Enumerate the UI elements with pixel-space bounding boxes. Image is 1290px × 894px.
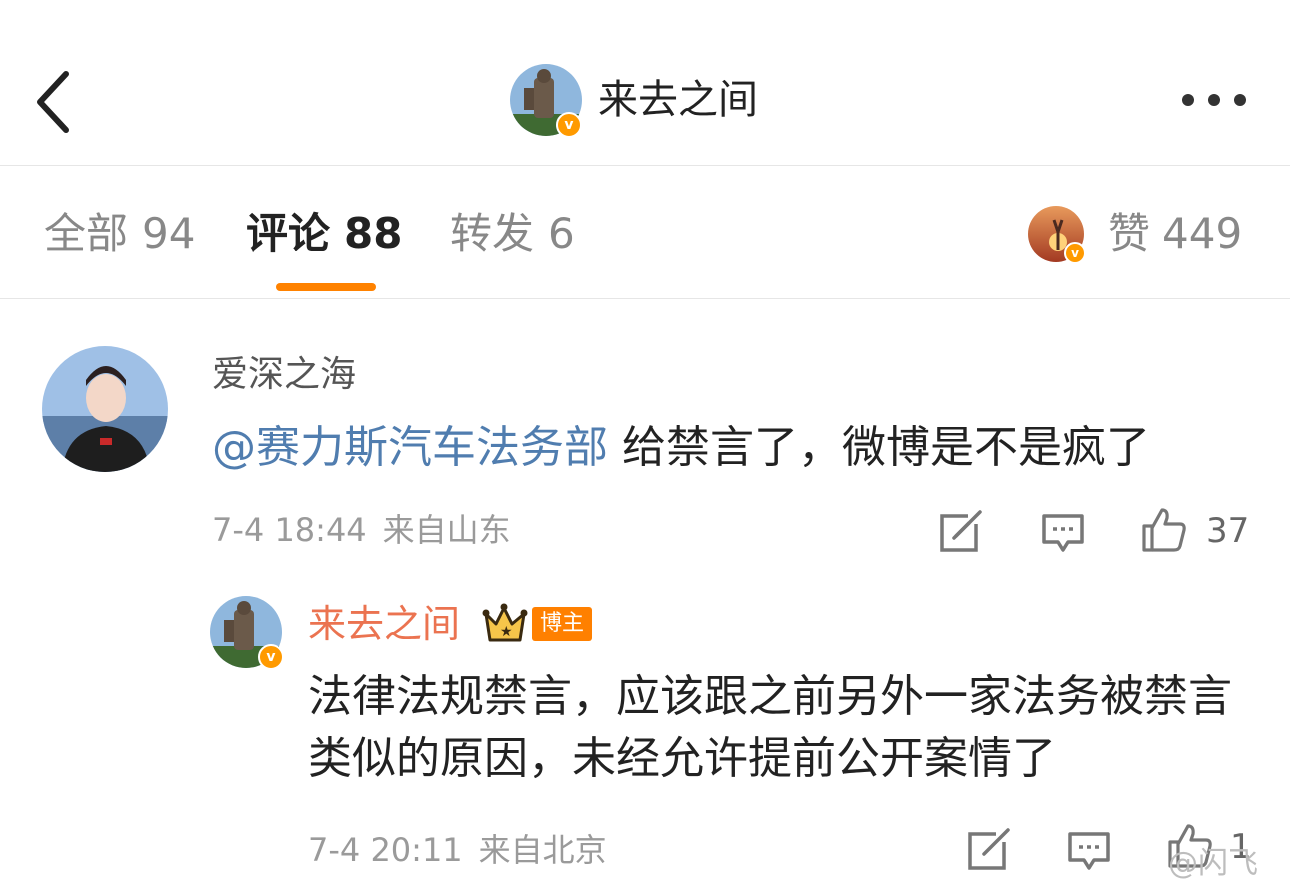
tab-likes[interactable]: 赞 449 — [1108, 204, 1242, 264]
comment-text: @赛力斯汽车法务部 给禁言了，微博是不是疯了 — [212, 416, 1150, 480]
tab-comments[interactable]: 评论 88 — [246, 204, 402, 264]
tab-reposts-label: 转发 — [450, 209, 535, 258]
reply-meta: 7-4 20:11 来自北京 — [308, 828, 607, 872]
comment-like-count: 37 — [1206, 511, 1250, 551]
share-icon[interactable] — [938, 508, 984, 554]
comment-time: 7-4 18:44 — [212, 511, 367, 549]
reply-username[interactable]: 来去之间 — [308, 598, 460, 650]
verified-badge-icon: v — [556, 112, 582, 138]
tab-all-label: 全部 — [44, 209, 129, 258]
commenter-avatar[interactable] — [42, 346, 168, 472]
reply-verified-badge-icon: v — [258, 644, 284, 670]
crown-icon: ★ — [482, 603, 528, 642]
commenter-username[interactable]: 爱深之海 — [212, 350, 356, 400]
tab-comments-count: 88 — [344, 209, 403, 258]
tab-comments-label: 评论 — [246, 209, 331, 258]
svg-text:★: ★ — [500, 624, 513, 640]
watermark: @闪飞 — [1168, 846, 1258, 881]
tab-reposts-count: 6 — [548, 209, 575, 258]
comment-icon[interactable] — [1040, 510, 1086, 556]
tab-all[interactable]: 全部 94 — [44, 204, 195, 264]
tab-all-count: 94 — [142, 209, 196, 258]
chevron-left-icon[interactable] — [30, 68, 78, 136]
liker-verified-badge-icon: v — [1064, 242, 1086, 264]
tab-likes-count: 449 — [1162, 209, 1243, 258]
active-tab-indicator — [276, 283, 376, 291]
tab-likes-label: 赞 — [1108, 209, 1151, 258]
author-badge: 博主 — [532, 607, 593, 641]
reply-comment-icon[interactable] — [1066, 828, 1112, 874]
comment-body: 给禁言了，微博是不是疯了 — [608, 422, 1150, 473]
comment-meta: 7-4 18:44 来自山东 — [212, 508, 511, 552]
more-horizontal-icon[interactable] — [1176, 86, 1252, 114]
reply-source: 来自北京 — [478, 831, 607, 869]
like-icon[interactable] — [1140, 506, 1188, 554]
tab-reposts[interactable]: 转发 6 — [450, 204, 575, 264]
comment-source: 来自山东 — [382, 511, 511, 549]
page-title: 来去之间 — [598, 77, 758, 123]
reply-time: 7-4 20:11 — [308, 831, 463, 869]
mention-link[interactable]: @赛力斯汽车法务部 — [212, 422, 608, 473]
reply-share-icon[interactable] — [966, 826, 1012, 872]
reply-text: 法律法规禁言，应该跟之前另外一家法务被禁言类似的原因，未经允许提前公开案情了 — [308, 671, 1232, 784]
